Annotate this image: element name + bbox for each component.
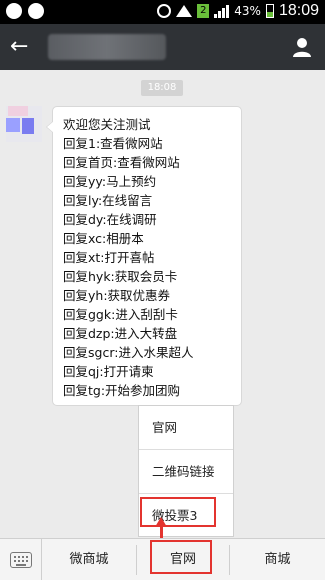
message-line: 回复yh:获取优惠券	[63, 288, 171, 303]
message-line: 回复tg:开始参加团购	[63, 383, 181, 398]
alarm-icon	[157, 4, 172, 18]
battery-icon	[265, 4, 274, 18]
message-line: 回复yy:马上预约	[63, 174, 157, 189]
message-line: 回复ly:在线留言	[63, 193, 153, 208]
title-bar: ←	[0, 24, 325, 70]
status-bar: 2 43% 18:09	[0, 0, 325, 24]
chat-notification-icon	[28, 3, 44, 19]
sim-indicator: 2	[197, 4, 210, 18]
chat-title-blurred	[48, 34, 166, 60]
wifi-icon	[176, 5, 193, 17]
highlight-box-vote	[140, 497, 216, 527]
popup-item-qrcode-link[interactable]: 二维码链接	[139, 450, 233, 494]
message-line: 回复qj:打开请柬	[63, 364, 154, 379]
profile-icon[interactable]	[291, 36, 313, 58]
message-line: 回复xt:打开喜帖	[63, 250, 155, 265]
message-line: 回复首页:查看微网站	[63, 155, 180, 170]
message-timestamp: 18:08	[141, 80, 183, 96]
message-bubble: 欢迎您关注测试 回复1:查看微网站回复首页:查看微网站 回复yy:马上预约 回复ly:…	[46, 106, 242, 406]
nav-item-weishangcheng[interactable]: 微商城	[42, 539, 136, 580]
keyboard-toggle-button[interactable]	[0, 539, 42, 580]
message-line: 回复sgcr:进入水果超人	[63, 345, 194, 360]
popup-item-guanwang[interactable]: 官网	[139, 406, 233, 450]
message-line: 回复1:查看微网站	[63, 136, 163, 151]
keyboard-icon	[9, 551, 32, 568]
message-line: 回复xc:相册本	[63, 231, 144, 246]
battery-percent: 43%	[234, 4, 261, 18]
notification-icon	[6, 3, 22, 19]
message-line: 回复dy:在线调研	[63, 212, 157, 227]
signal-icon	[214, 4, 230, 18]
highlight-box-guanwang	[150, 540, 212, 574]
avatar[interactable]	[6, 106, 42, 142]
message-line: 回复dzp:进入大转盘	[63, 326, 178, 341]
clock: 18:09	[278, 2, 319, 19]
nav-item-shangcheng[interactable]: 商城	[230, 539, 325, 580]
message-line: 回复hyk:获取会员卡	[63, 269, 178, 284]
back-arrow-icon[interactable]: ←	[10, 36, 28, 58]
message-line: 回复ggk:进入刮刮卡	[63, 307, 178, 322]
message-line: 欢迎您关注测试	[63, 117, 151, 132]
